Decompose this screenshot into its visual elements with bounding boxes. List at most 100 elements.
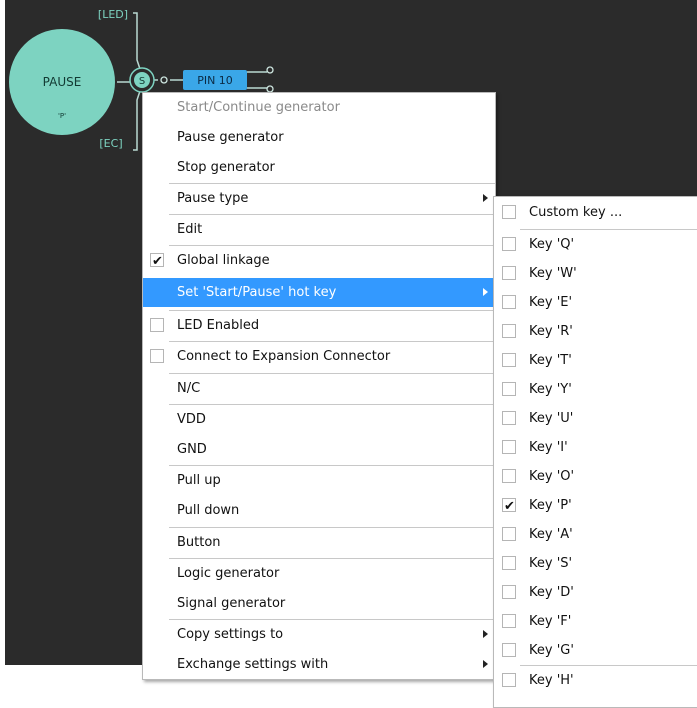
hotkey-item-o[interactable]: Key 'O' — [494, 462, 697, 491]
ec-tag: [EC] — [99, 137, 122, 150]
hotkey-checkbox — [502, 673, 516, 687]
menu-item-label: LED Enabled — [177, 318, 260, 333]
led-wire — [133, 12, 142, 73]
menu-item-label: VDD — [177, 412, 206, 427]
context-menu: Start/Continue generator Pause generator… — [142, 92, 496, 680]
menu-item-label: Set 'Start/Pause' hot key — [177, 285, 337, 300]
menu-item-led-enabled[interactable]: LED Enabled — [143, 311, 495, 340]
led-tag: [LED] — [98, 8, 128, 21]
hotkey-item-label: Key 'U' — [529, 411, 574, 426]
hotkey-item-label: Key 'A' — [529, 527, 573, 542]
menu-item-gnd[interactable]: GND — [143, 435, 495, 464]
menu-item-nc[interactable]: N/C — [143, 374, 495, 403]
hotkey-item-label: Key 'P' — [529, 498, 572, 513]
menu-item-pause-generator[interactable]: Pause generator — [143, 123, 495, 152]
menu-item-label: Pause generator — [177, 130, 284, 145]
hotkey-item-y[interactable]: Key 'Y' — [494, 375, 697, 404]
menu-item-label: Copy settings to — [177, 627, 284, 642]
hotkey-item-label: Key 'F' — [529, 614, 572, 629]
hotkey-checkbox — [502, 585, 516, 599]
hotkey-item-label: Key 'O' — [529, 469, 575, 484]
menu-item-signal-generator[interactable]: Signal generator — [143, 589, 495, 618]
pin-terminal-top-icon — [266, 66, 274, 74]
menu-item-label: Exchange settings with — [177, 657, 329, 672]
hotkey-item-w[interactable]: Key 'W' — [494, 259, 697, 288]
hotkey-submenu: Custom key ... Key 'Q' Key 'W' Key 'E' K… — [493, 196, 697, 708]
menu-item-label: Signal generator — [177, 596, 286, 611]
hotkey-item-label: Key 'S' — [529, 556, 573, 571]
checkmark-icon: ✔ — [504, 499, 515, 514]
hotkey-item-a[interactable]: Key 'A' — [494, 520, 697, 549]
menu-item-label: Start/Continue generator — [177, 100, 340, 115]
s-badge-label: S — [139, 76, 145, 87]
hotkey-item-label: Key 'E' — [529, 295, 573, 310]
menu-item-pause-type[interactable]: Pause type — [143, 184, 495, 213]
led-enabled-checkbox — [150, 318, 164, 332]
menu-item-label: Pull up — [177, 473, 221, 488]
hotkey-item-q[interactable]: Key 'Q' — [494, 230, 697, 259]
hotkey-item-label: Key 'G' — [529, 643, 574, 658]
hotkey-item-d[interactable]: Key 'D' — [494, 578, 697, 607]
hotkey-item-custom[interactable]: Custom key ... — [494, 198, 697, 227]
submenu-arrow-icon — [483, 630, 488, 638]
hotkey-item-g[interactable]: Key 'G' — [494, 636, 697, 665]
menu-item-copy-settings[interactable]: Copy settings to — [143, 620, 495, 649]
menu-item-label: N/C — [177, 381, 201, 396]
hotkey-checkbox — [502, 237, 516, 251]
hotkey-item-label: Key 'Y' — [529, 382, 572, 397]
global-linkage-checkbox: ✔ — [150, 253, 164, 269]
hotkey-checkbox — [502, 353, 516, 367]
pin-label: PIN 10 — [197, 74, 233, 87]
menu-item-connect-expansion[interactable]: Connect to Expansion Connector — [143, 342, 495, 371]
menu-item-label: GND — [177, 442, 207, 457]
hotkey-item-r[interactable]: Key 'R' — [494, 317, 697, 346]
hotkey-checkbox — [502, 295, 516, 309]
hotkey-item-i[interactable]: Key 'I' — [494, 433, 697, 462]
hotkey-checkbox — [502, 556, 516, 570]
menu-item-label: Logic generator — [177, 566, 280, 581]
hotkey-checkbox — [502, 440, 516, 454]
hotkey-item-s[interactable]: Key 'S' — [494, 549, 697, 578]
menu-item-set-hot-key[interactable]: Set 'Start/Pause' hot key — [143, 278, 495, 307]
menu-item-logic-generator[interactable]: Logic generator — [143, 559, 495, 588]
hotkey-checkbox: ✔ — [502, 498, 516, 514]
menu-item-label: Pause type — [177, 191, 249, 206]
menu-item-global-linkage[interactable]: ✔ Global linkage — [143, 246, 495, 275]
menu-item-edit[interactable]: Edit — [143, 215, 495, 244]
hotkey-item-label: Key 'I' — [529, 440, 568, 455]
menu-item-label: Pull down — [177, 503, 240, 518]
hotkey-checkbox — [502, 266, 516, 280]
menu-item-vdd[interactable]: VDD — [143, 405, 495, 434]
menu-item-button[interactable]: Button — [143, 528, 495, 557]
menu-item-start-continue-generator: Start/Continue generator — [143, 93, 495, 122]
hotkey-item-f[interactable]: Key 'F' — [494, 607, 697, 636]
submenu-arrow-icon — [483, 660, 488, 668]
connect-expansion-checkbox — [150, 349, 164, 363]
hotkey-item-label: Custom key ... — [529, 205, 623, 220]
hotkey-item-label: Key 'Q' — [529, 237, 575, 252]
hotkey-checkbox — [502, 411, 516, 425]
menu-item-stop-generator[interactable]: Stop generator — [143, 153, 495, 182]
menu-item-exchange-settings[interactable]: Exchange settings with — [143, 650, 495, 679]
hotkey-checkbox — [502, 205, 516, 219]
hotkey-item-h[interactable]: Key 'H' — [494, 666, 697, 695]
submenu-arrow-icon — [483, 288, 488, 296]
hotkey-item-t[interactable]: Key 'T' — [494, 346, 697, 375]
menu-item-pull-up[interactable]: Pull up — [143, 466, 495, 495]
hotkey-item-label: Key 'H' — [529, 673, 574, 688]
hotkey-checkbox — [502, 324, 516, 338]
hotkey-checkbox — [502, 527, 516, 541]
hotkey-checkbox — [502, 643, 516, 657]
hotkey-item-e[interactable]: Key 'E' — [494, 288, 697, 317]
hotkey-checkbox — [502, 469, 516, 483]
hotkey-item-label: Key 'R' — [529, 324, 573, 339]
hotkey-item-label: Key 'T' — [529, 353, 572, 368]
menu-item-label: Edit — [177, 222, 203, 237]
menu-item-label: Button — [177, 535, 221, 550]
hotkey-item-p[interactable]: ✔ Key 'P' — [494, 491, 697, 520]
menu-item-pull-down[interactable]: Pull down — [143, 496, 495, 525]
pin-joint-icon — [160, 76, 168, 84]
hotkey-item-u[interactable]: Key 'U' — [494, 404, 697, 433]
hotkey-item-label: Key 'W' — [529, 266, 577, 281]
hotkey-checkbox — [502, 614, 516, 628]
